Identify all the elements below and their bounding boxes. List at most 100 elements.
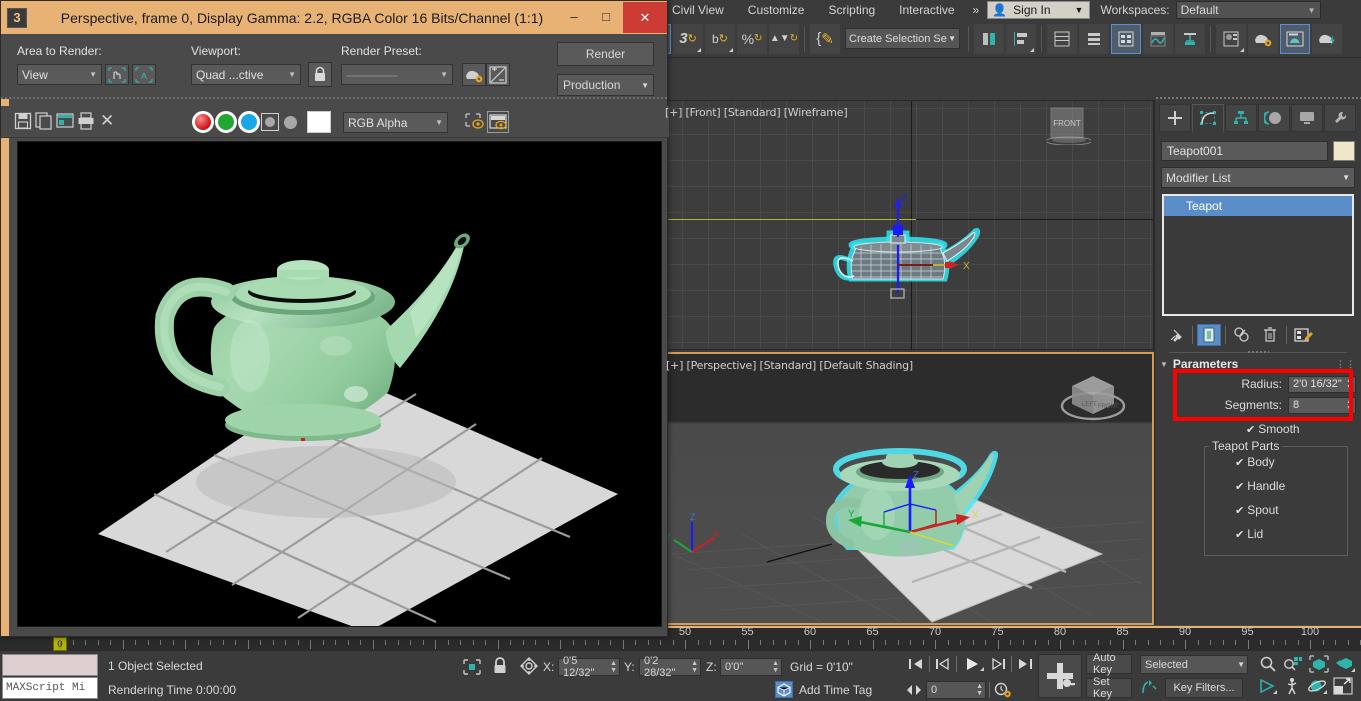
background-swatch-icon[interactable] [307,111,331,133]
parameters-rollout-header[interactable]: ▼ Parameters ⋮⋮ [1160,356,1356,372]
viewport-select[interactable]: Quad ...ctive ▼ [191,64,301,85]
green-channel-icon[interactable] [215,111,237,133]
curve-editor-icon[interactable] [1143,23,1173,54]
schematic-view-icon[interactable] [1175,23,1205,54]
utilities-tab[interactable] [1324,104,1356,132]
goto-start-icon[interactable] [905,657,927,671]
percent-snap-icon[interactable]: b ↻ [705,23,735,54]
walkthrough-icon[interactable] [1282,677,1302,695]
show-end-result-icon[interactable] [1197,324,1221,346]
set-key-filters-icon[interactable] [1138,678,1160,696]
display-tab[interactable] [1291,104,1323,132]
align-icon[interactable] [1006,23,1036,54]
clear-image-icon[interactable]: ✕ [100,111,114,131]
current-frame-input[interactable]: 0 ▲ ▼ [926,681,986,699]
set-key-button[interactable] [1038,654,1082,698]
area-to-render-select[interactable]: View ▼ [17,64,102,85]
selection-set-input[interactable]: Create Selection Se ▼ [845,28,960,49]
zoom-all-icon[interactable] [1282,655,1304,673]
save-image-icon[interactable] [14,112,32,130]
rendered-frame-window-icon[interactable] [1280,23,1310,54]
copy-image-icon[interactable] [35,112,53,130]
mirror-icon[interactable] [974,23,1004,54]
modify-tab[interactable] [1192,104,1224,132]
toggle-scene-explorer-icon[interactable] [1111,23,1141,54]
set-key-toggle-button[interactable]: Set Key [1086,676,1132,700]
spinner-arrows-icon[interactable]: ▲ ▼ [606,660,617,674]
create-tab[interactable] [1159,104,1191,132]
orbit-icon[interactable] [1306,677,1328,695]
viewport-perspective[interactable]: [+] [Perspective] [Standard] [Default Sh… [660,352,1154,625]
environment-exposure-icon[interactable] [486,63,510,86]
spinner-arrows-icon[interactable]: ▲ ▼ [687,660,698,674]
quick-render-icon[interactable] [1312,23,1342,54]
material-editor-icon[interactable] [1216,23,1246,54]
red-channel-icon[interactable] [192,111,214,133]
stack-item-teapot[interactable]: Teapot [1164,196,1352,216]
panel-grip[interactable] [1155,96,1361,101]
render-setup-icon[interactable] [462,63,486,86]
close-button[interactable]: ✕ [623,2,667,33]
pan-icon[interactable] [1258,677,1278,695]
rendered-image-canvas[interactable] [17,141,662,627]
object-name-input[interactable]: Teapot001 [1161,141,1328,161]
smooth-checkbox[interactable]: ✔ Smooth [1246,422,1356,436]
auto-region-selected-icon[interactable]: A [132,64,156,85]
menu-overflow-icon[interactable]: » [967,3,986,17]
minimize-button[interactable]: – [559,1,589,32]
modifier-list-dropdown[interactable]: Modifier List ▼ [1161,167,1355,188]
key-mode-select[interactable]: Selected ▼ [1140,655,1248,674]
layer-manager-icon[interactable] [1047,23,1077,54]
spinner-snap-icon[interactable]: % ↻ [737,23,767,54]
menu-item-scripting[interactable]: Scripting [816,0,887,20]
segments-input[interactable]: 8 ▲ ▼ [1288,396,1356,414]
key-filters-button[interactable]: Key Filters... [1165,678,1243,698]
coord-y-input[interactable]: 0'2 28/32" ▲ ▼ [639,655,701,679]
coord-x-input[interactable]: 0'5 12/32" ▲ ▼ [558,655,620,679]
radius-input[interactable]: 2'0 16/32" ▲ ▼ [1288,375,1356,393]
channel-select[interactable]: RGB Alpha ▼ [343,112,448,133]
menu-item-interactive[interactable]: Interactive [887,0,966,20]
toggle-region-display-icon[interactable] [464,112,484,130]
next-frame-icon[interactable] [987,657,1009,671]
scene-explorer-icon[interactable] [1079,23,1109,54]
play-icon[interactable] [959,656,985,672]
key-mode-toggle-icon[interactable] [905,684,923,696]
motion-tab[interactable] [1258,104,1290,132]
alpha-channel-icon[interactable] [261,113,279,131]
mono-channel-icon[interactable] [284,116,297,129]
print-image-icon[interactable] [77,112,95,130]
time-configuration-icon[interactable] [993,682,1013,698]
coord-z-input[interactable]: 0'0" ▲ ▼ [720,658,782,676]
hierarchy-tab[interactable] [1225,104,1257,132]
maxscript-listener-input[interactable]: MAXScript Mi [2,677,98,699]
blue-channel-icon[interactable] [238,111,260,133]
snap-toggle-icon[interactable]: ▲▼ ↻ [769,23,799,54]
maxscript-listener-pink[interactable] [2,654,98,676]
maximize-button[interactable]: □ [591,1,621,32]
render-window-title-bar[interactable]: 3 Perspective, frame 0, Display Gamma: 2… [1,1,667,34]
sign-in-button[interactable]: 👤 Sign In ▼ [987,1,1091,19]
viewport-front-label[interactable]: [+] [Front] [Standard] [Wireframe] [665,106,848,119]
edit-region-icon[interactable] [105,64,129,85]
lock-icon[interactable] [492,657,508,675]
spinner-arrows-icon[interactable]: ▲ ▼ [972,683,983,697]
pin-stack-icon[interactable] [1164,324,1188,346]
view-cube-front[interactable]: FRONT [1045,105,1093,146]
spinner-arrows-icon[interactable]: ▲ ▼ [1346,377,1353,391]
angle-snap-icon[interactable]: 3 ↻ [673,23,703,54]
render-mode-select[interactable]: Production ▼ [557,74,654,96]
make-unique-icon[interactable] [1230,324,1254,346]
zoom-region-icon[interactable] [1334,655,1356,673]
spinner-arrows-icon[interactable]: ▲ ▼ [768,660,779,674]
object-color-swatch[interactable] [1333,141,1355,161]
spinner-arrows-icon[interactable]: ▲ ▼ [1346,398,1353,412]
add-time-tag-label[interactable]: Add Time Tag [799,683,872,697]
maximize-viewport-icon[interactable] [1332,677,1354,695]
rendered-frame-window[interactable]: 3 Perspective, frame 0, Display Gamma: 2… [0,0,669,637]
add-time-tag-icon[interactable] [775,681,793,698]
lock-icon[interactable] [308,62,332,87]
remove-modifier-icon[interactable] [1258,324,1282,346]
clone-frame-icon[interactable] [56,112,74,130]
auto-key-button[interactable]: Auto Key [1086,652,1132,676]
